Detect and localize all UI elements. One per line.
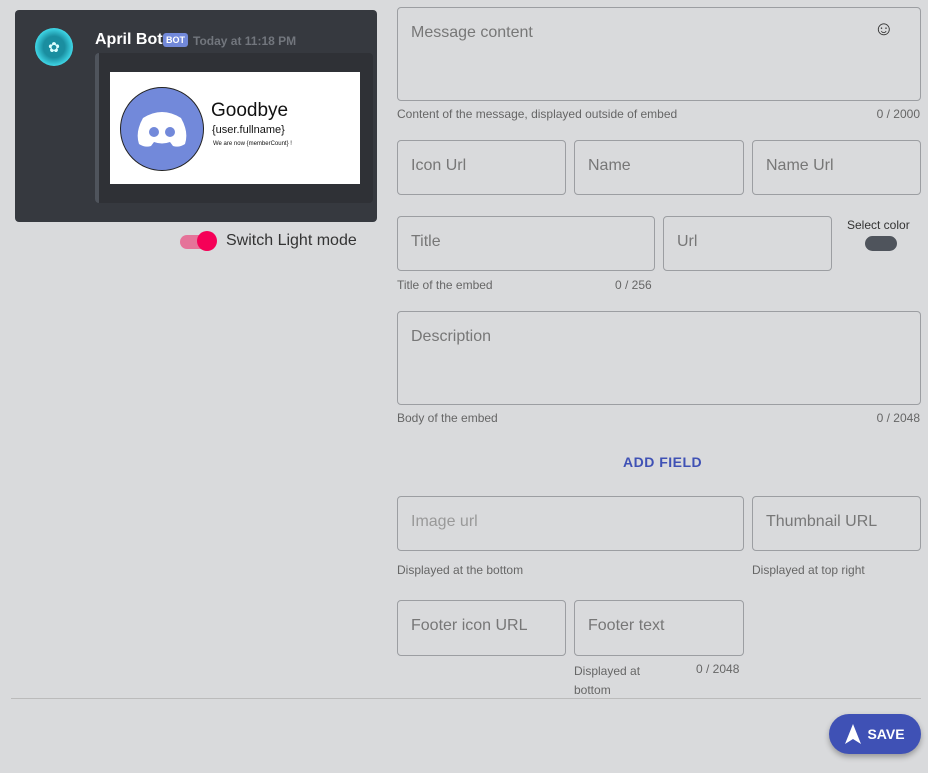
description-input[interactable]: Description — [397, 311, 921, 405]
footer-icon-url-input[interactable]: Footer icon URL — [397, 600, 566, 656]
footer-text-help: Displayed at bottom — [574, 664, 641, 697]
url-input[interactable]: Url — [663, 216, 832, 271]
name-url-input[interactable]: Name Url — [752, 140, 921, 195]
placeholder: Thumbnail URL — [766, 513, 878, 530]
placeholder: Title — [411, 233, 441, 250]
message-counter: 0 / 2000 — [876, 107, 920, 121]
placeholder: Image url — [411, 513, 478, 530]
placeholder: Footer text — [588, 617, 665, 634]
description-counter: 0 / 2048 — [876, 411, 920, 425]
goodbye-title: Goodbye — [211, 100, 289, 121]
add-field-button[interactable]: ADD FIELD — [623, 454, 702, 470]
placeholder: Icon Url — [411, 157, 467, 174]
discord-logo-icon — [120, 87, 204, 171]
title-counter: 0 / 256 — [615, 278, 652, 292]
message-help: Content of the message, displayed outsid… — [397, 107, 678, 121]
title-input[interactable]: Title — [397, 216, 655, 271]
placeholder: Name — [588, 157, 631, 174]
divider — [11, 698, 921, 699]
thumbnail-help: Displayed at top right — [752, 563, 865, 577]
embed-image: Goodbye {user.fullname} We are now {memb… — [110, 72, 360, 184]
user-fullname: {user.fullname} — [212, 124, 285, 136]
toggle-knob[interactable] — [197, 231, 217, 251]
placeholder: Message content — [411, 24, 533, 41]
select-color-label: Select color — [847, 218, 910, 232]
placeholder: Footer icon URL — [411, 617, 528, 634]
color-picker-swatch[interactable] — [865, 236, 897, 251]
placeholder: Url — [677, 233, 698, 250]
toggle-label: Switch Light mode — [226, 232, 357, 249]
bot-badge: BOT — [163, 33, 188, 47]
save-button[interactable]: SAVE — [829, 714, 921, 754]
bot-name: April Bot — [95, 31, 163, 48]
member-count-text: We are now {memberCount} ! — [213, 141, 292, 147]
description-help: Body of the embed — [397, 411, 498, 425]
timestamp: Today at 11:18 PM — [193, 34, 297, 48]
footer-text-input[interactable]: Footer text — [574, 600, 744, 656]
title-help: Title of the embed — [397, 278, 493, 292]
placeholder: Name Url — [766, 157, 834, 174]
message-preview: ✿ April Bot BOT Today at 11:18 PM Goodby… — [15, 10, 377, 222]
navigation-arrow-icon — [845, 724, 862, 744]
placeholder: Description — [411, 328, 492, 345]
name-input[interactable]: Name — [574, 140, 744, 195]
footer-text-counter: 0 / 2048 — [696, 662, 740, 676]
message-content-input[interactable]: Message content ☺ — [397, 7, 921, 101]
save-label: SAVE — [867, 726, 905, 742]
image-url-help: Displayed at the bottom — [397, 563, 524, 577]
emoji-icon[interactable]: ☺ — [874, 18, 894, 41]
thumbnail-url-input[interactable]: Thumbnail URL — [752, 496, 921, 551]
icon-url-input[interactable]: Icon Url — [397, 140, 566, 195]
bot-avatar: ✿ — [35, 28, 73, 66]
image-url-input[interactable]: Image url — [397, 496, 744, 551]
